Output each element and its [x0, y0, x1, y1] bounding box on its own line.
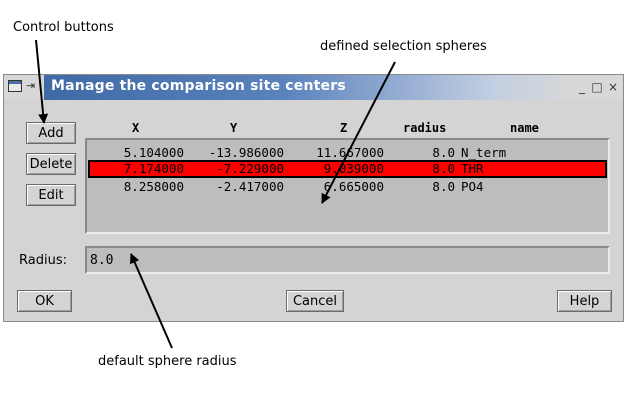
table-row[interactable]: 8.258000 -2.417000 6.665000 8.0 PO4 — [89, 179, 606, 195]
pin-icon[interactable]: ⇥ — [26, 79, 35, 92]
column-header-y[interactable]: Y — [230, 121, 237, 137]
table-row[interactable]: 5.104000 -13.986000 11.667000 8.0 N_term — [89, 145, 606, 161]
column-header-z[interactable]: Z — [340, 121, 347, 137]
radius-label: Radius: — [19, 253, 67, 268]
sphere-list[interactable]: 5.104000 -13.986000 11.667000 8.0 N_term… — [85, 138, 610, 234]
radius-input[interactable] — [85, 246, 610, 274]
close-icon[interactable]: × — [607, 80, 619, 94]
annotation-default-radius: default sphere radius — [98, 354, 237, 369]
delete-button[interactable]: Delete — [26, 153, 76, 175]
window-menu-icon[interactable] — [8, 80, 22, 92]
title-bar[interactable]: ⇥ Manage the comparison site centers _ □… — [4, 75, 623, 100]
maximize-icon[interactable]: □ — [591, 80, 603, 94]
annotation-defined-spheres: defined selection spheres — [320, 39, 487, 54]
ok-button[interactable]: OK — [17, 290, 72, 312]
column-header-x[interactable]: X — [132, 121, 139, 137]
cancel-button[interactable]: Cancel — [286, 290, 344, 312]
add-button[interactable]: Add — [26, 122, 76, 144]
help-button[interactable]: Help — [557, 290, 612, 312]
column-header-radius[interactable]: radius — [403, 121, 446, 137]
annotation-control-buttons: Control buttons — [13, 20, 114, 35]
table-row-selected[interactable]: 7.174000 -7.229000 9.039000 8.0 THR — [88, 160, 607, 178]
minimize-icon[interactable]: _ — [576, 80, 588, 94]
window-title: Manage the comparison site centers — [51, 78, 346, 94]
edit-button[interactable]: Edit — [26, 184, 76, 206]
column-header-name[interactable]: name — [510, 121, 539, 137]
dialog-window: ⇥ Manage the comparison site centers _ □… — [3, 74, 624, 322]
